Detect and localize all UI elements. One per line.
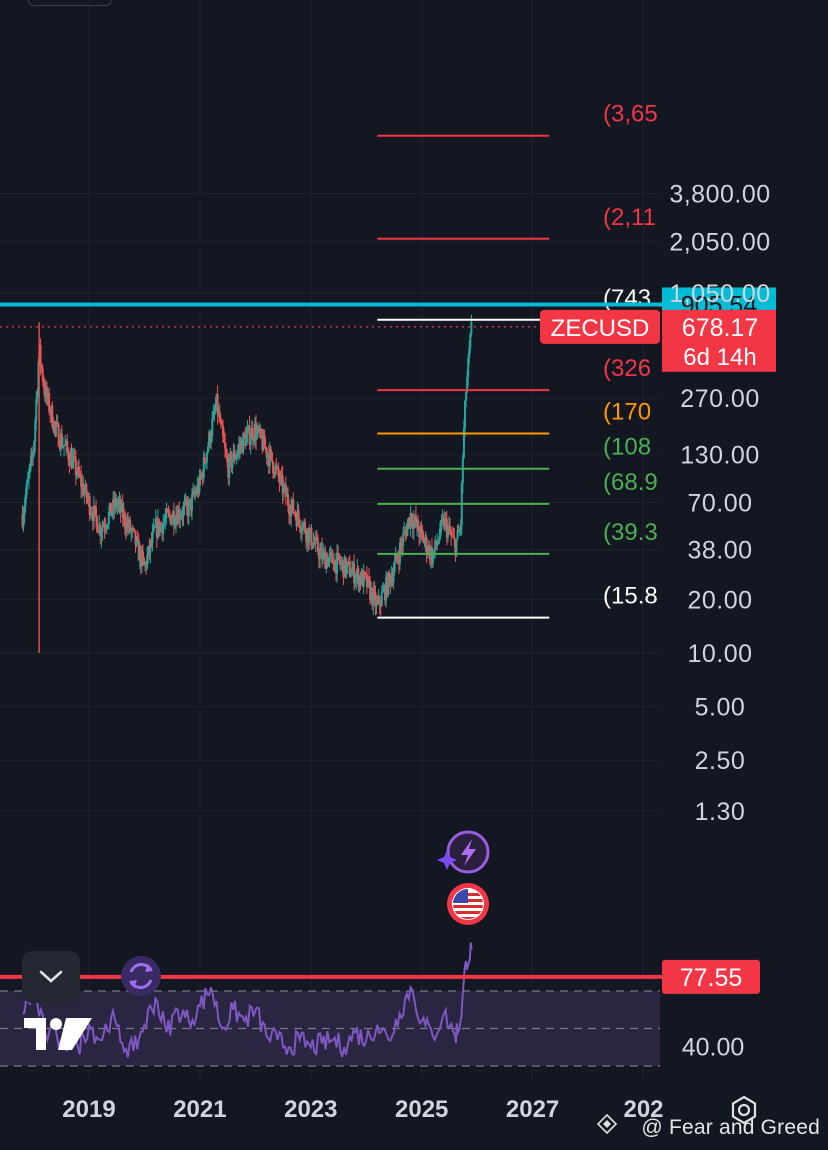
candle-body [292, 499, 295, 513]
countdown-label: 6d 14h [683, 344, 756, 371]
candle-body [269, 448, 272, 452]
candle-body [331, 553, 334, 564]
candle-body [249, 438, 252, 445]
candle-body [191, 494, 194, 511]
price-axis: 3,800.00 2,050.00 1,050.00 270.00 130.00 70.0… [669, 181, 770, 826]
fib-label: (326 [603, 355, 651, 382]
candle-body [461, 457, 464, 483]
candle-body [132, 527, 135, 529]
refresh-icon[interactable] [121, 956, 161, 996]
last-price-value: 678.17 [682, 314, 758, 342]
price-chart[interactable]: (3,65 (2,11 (743 (326 (170 (108 (68.9 (39.3 (15.… [0, 0, 828, 1150]
candle-body [39, 345, 42, 365]
candle-body [470, 321, 473, 334]
collapse-button[interactable] [22, 951, 80, 1003]
fib-label: (68.9 [603, 469, 658, 496]
price-tick-label: 270.00 [680, 385, 759, 413]
candle-body [170, 517, 173, 525]
fib-label: (15.8 [603, 583, 658, 610]
price-tick-label: 130.00 [680, 442, 759, 470]
candle-body [231, 460, 234, 468]
fib-label: (108 [603, 434, 651, 461]
time-tick-label: 2019 [62, 1096, 115, 1123]
us-flag-icon[interactable] [447, 883, 489, 925]
candle-body [101, 526, 104, 533]
candle-body [310, 528, 313, 547]
price-tick-label: 10.00 [687, 640, 752, 668]
rsi-value-label: 77.55 [680, 964, 743, 992]
candle-body [465, 392, 468, 402]
candle-body [205, 452, 208, 463]
diamond-icon [597, 1114, 617, 1134]
horizontal-grid [0, 193, 660, 812]
fib-label: (170 [603, 399, 651, 426]
rsi-tick-label: 40.00 [682, 1033, 745, 1061]
fib-label: (39.3 [603, 519, 658, 546]
time-tick-label: 2027 [506, 1096, 559, 1123]
price-tick-label: 38.00 [687, 537, 752, 565]
fib-label: (743 [603, 285, 651, 312]
price-tick-label: 1,050.00 [669, 280, 770, 308]
price-tick-label: 2.50 [695, 747, 746, 775]
time-tick-label: 2021 [173, 1096, 226, 1123]
price-tick-label: 70.00 [687, 489, 752, 517]
chevron-down-icon [39, 970, 63, 983]
price-tick-label: 20.00 [687, 586, 752, 614]
price-tick-label: 2,050.00 [669, 228, 770, 256]
candle-body [211, 418, 214, 437]
time-tick-label: 2023 [284, 1096, 337, 1123]
time-axis: 2019 2021 2023 2025 2027 202 [62, 1096, 663, 1123]
candle-body [393, 561, 396, 572]
time-tick-label: 2025 [395, 1096, 448, 1123]
candle-body [318, 549, 321, 560]
settings-icon[interactable] [728, 1094, 760, 1126]
symbol-label: ZECUSD [551, 315, 650, 342]
candle-body [133, 528, 136, 532]
vertical-grid [88, 0, 644, 1080]
candle-body [270, 451, 273, 462]
price-tick-label: 1.30 [695, 798, 746, 826]
rsi-pane: 77.55 40.00 [0, 942, 760, 1067]
price-tick-label: 5.00 [695, 694, 746, 722]
price-tick-label: 3,800.00 [669, 181, 770, 209]
candle-body [25, 482, 28, 495]
lightning-icon[interactable] [437, 830, 490, 874]
candle-body [402, 534, 405, 546]
fib-label: (3,65 [603, 101, 658, 128]
candle-body [380, 592, 383, 606]
fib-label: (2,11 [603, 204, 656, 231]
candle-body [96, 516, 99, 533]
candle-body [297, 510, 300, 520]
